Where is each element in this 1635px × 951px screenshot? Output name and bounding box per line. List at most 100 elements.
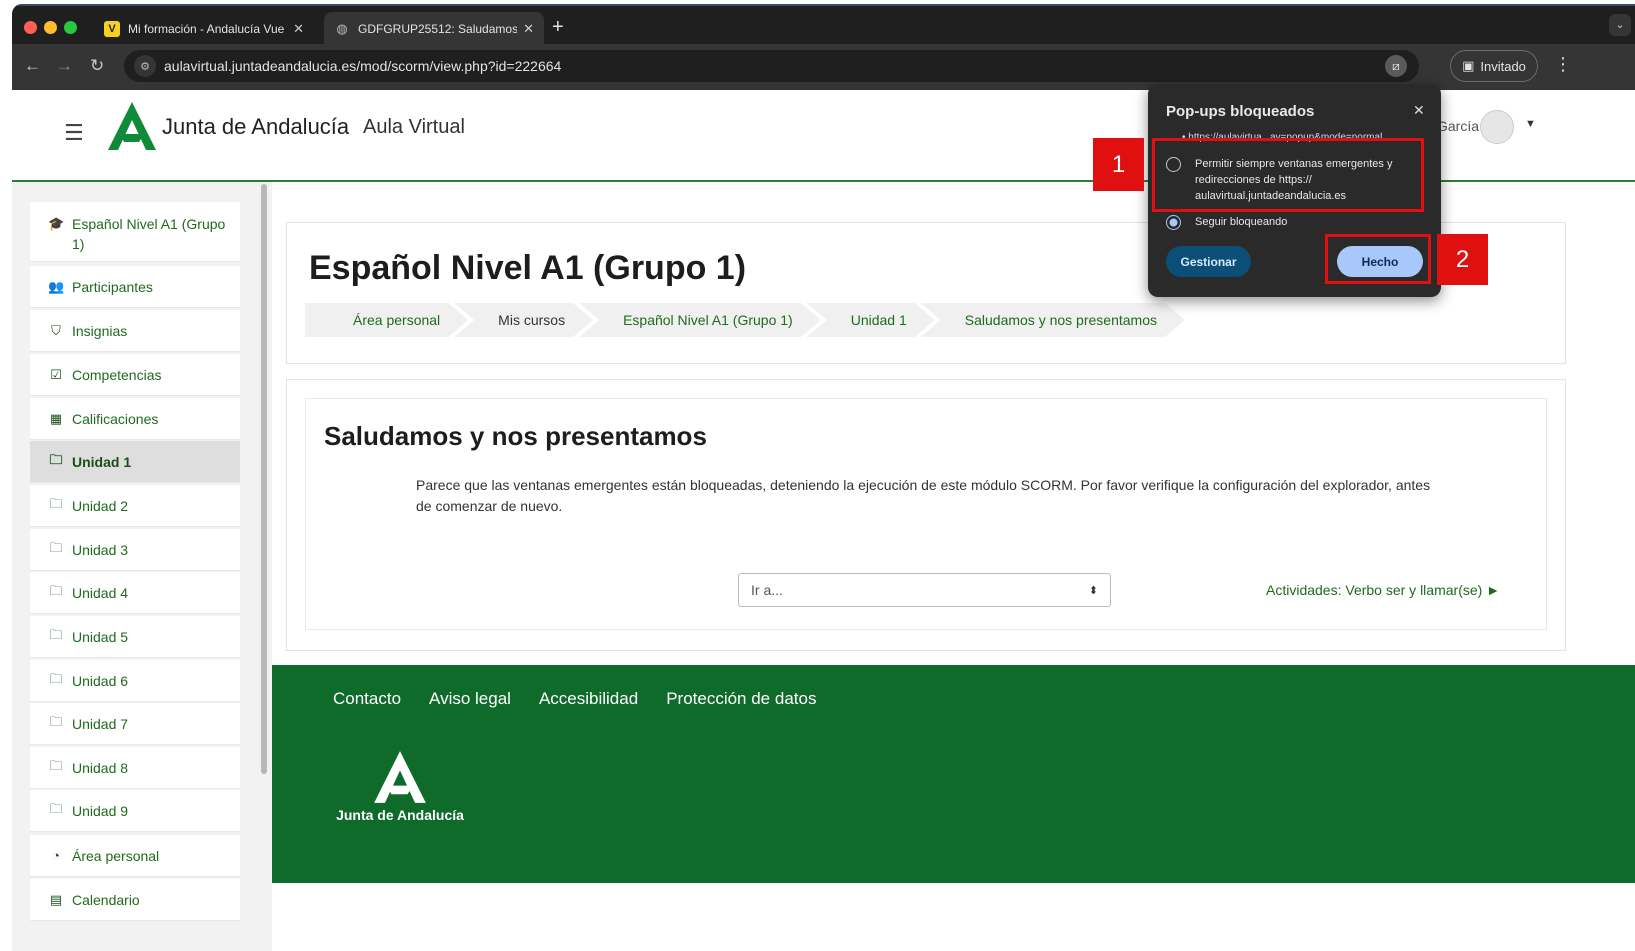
sidebar-item-unidad-5[interactable]: 🗀 Unidad 5 <box>30 616 240 658</box>
activity-region: Saludamos y nos presentamos Parece que l… <box>305 398 1547 630</box>
calendar-icon: ▤ <box>49 891 63 907</box>
breadcrumb-area-personal[interactable]: Área personal <box>305 303 468 337</box>
breadcrumb: Área personal Mis cursos Español Nivel A… <box>305 303 1171 337</box>
sidebar-item-participantes[interactable]: 👥 Participantes <box>30 266 240 308</box>
footer-link-proteccion-datos[interactable]: Protección de datos <box>666 689 816 709</box>
popup-blocked-icon[interactable]: ⧄ <box>1385 55 1407 77</box>
sidebar-item-label: Calificaciones <box>72 410 159 427</box>
user-menu-caret-icon[interactable]: ▼ <box>1525 118 1536 130</box>
guest-profile-button[interactable]: ▣ Invitado <box>1450 50 1538 82</box>
breadcrumb-mis-cursos[interactable]: Mis cursos <box>454 303 593 337</box>
close-window-button[interactable] <box>24 21 37 34</box>
folder-icon: 🗀 <box>49 539 63 555</box>
hamburger-menu-icon[interactable]: ☰ <box>64 120 84 146</box>
sidebar-item-calificaciones[interactable]: ▦ Calificaciones <box>30 398 240 440</box>
option-keep-blocking[interactable]: Seguir bloqueando <box>1166 214 1287 230</box>
back-icon[interactable]: ← <box>24 56 41 76</box>
site-subbrand: Aula Virtual <box>363 116 465 138</box>
sidebar-item-área-personal[interactable]: ◔ Área personal <box>30 835 240 877</box>
site-brand[interactable]: Junta de Andalucía <box>162 114 349 140</box>
popup-blocked-message: Parece que las ventanas emergentes están… <box>416 477 1431 514</box>
profile-icon: ▣ <box>1462 58 1475 73</box>
sidebar-item-unidad-1[interactable]: 🗀 Unidad 1 <box>30 441 240 483</box>
tab-title: GDFGRUP25512: Saludamos <box>358 22 518 36</box>
address-bar[interactable]: ⚙ aulavirtual.juntadeandalucia.es/mod/sc… <box>124 50 1419 82</box>
folder-icon: 🗀 <box>49 713 63 729</box>
forward-icon[interactable]: → <box>56 56 73 76</box>
sidebar-item-label: Español Nivel A1 (Grupo 1) <box>72 216 226 252</box>
close-icon[interactable]: ✕ <box>1413 102 1425 119</box>
browser-menu-icon[interactable]: ⋮ <box>1554 54 1572 75</box>
sidebar-item-label: Unidad 1 <box>72 453 132 470</box>
footer-link-aviso-legal[interactable]: Aviso legal <box>429 689 511 709</box>
dashboard-icon: ◔ <box>52 848 60 863</box>
v-favicon-icon: V <box>104 21 120 37</box>
breadcrumb-activity[interactable]: Saludamos y nos presentamos <box>921 303 1185 337</box>
folder-icon: 🗀 <box>49 626 63 642</box>
option-keep-blocking-label: Seguir bloqueando <box>1195 216 1288 228</box>
site-settings-icon[interactable]: ⚙ <box>134 55 156 77</box>
minimize-window-button[interactable] <box>44 21 57 34</box>
next-activity-link[interactable]: Actividades: Verbo ser y llamar(se) ► <box>1266 582 1500 598</box>
main-content: Español Nivel A1 (Grupo 1) Área personal… <box>272 182 1635 951</box>
sidebar-item-label: Unidad 3 <box>72 541 129 558</box>
sidebar-item-label: Área personal <box>72 847 160 864</box>
table-icon: ▦ <box>49 410 63 426</box>
new-tab-icon[interactable]: + <box>552 16 564 39</box>
sidebar-item-label: Insignias <box>72 322 128 339</box>
footer-link-contacto[interactable]: Contacto <box>333 689 401 709</box>
tab-saludamos[interactable]: ◍ GDFGRUP25512: Saludamos ✕ <box>324 12 544 46</box>
sidebar-item-calendario[interactable]: ▤ Calendario <box>30 879 240 921</box>
junta-logo-icon <box>374 751 426 803</box>
step-marker-2: 2 <box>1437 234 1488 285</box>
jump-to-select[interactable]: Ir a... ⬍ <box>738 573 1111 607</box>
folder-icon: 🗀 <box>49 757 63 773</box>
check-square-icon: ☑ <box>50 366 62 382</box>
globe-icon: ◍ <box>336 21 348 36</box>
sidebar-item-label: Unidad 6 <box>72 672 129 689</box>
footer-logo[interactable]: Junta de Andalucía <box>330 749 470 829</box>
sidebar-item-unidad-2[interactable]: 🗀 Unidad 2 <box>30 485 240 527</box>
sidebar-item-unidad-6[interactable]: 🗀 Unidad 6 <box>30 660 240 702</box>
footer-link-accesibilidad[interactable]: Accesibilidad <box>539 689 638 709</box>
tab-search-icon[interactable]: ⌄ <box>1609 14 1631 36</box>
close-tab-icon[interactable]: ✕ <box>293 21 304 37</box>
users-icon: 👥 <box>48 278 65 294</box>
sidebar-item-unidad-7[interactable]: 🗀 Unidad 7 <box>30 703 240 745</box>
close-tab-icon[interactable]: ✕ <box>523 21 534 37</box>
dialog-title: Pop-ups bloqueados <box>1166 103 1315 120</box>
sidebar-item-label: Unidad 2 <box>72 497 129 514</box>
sidebar-item-label: Competencias <box>72 366 162 383</box>
footer-links: Contacto Aviso legal Accesibilidad Prote… <box>333 689 816 709</box>
junta-logo-icon[interactable] <box>106 100 158 152</box>
select-arrows-icon: ⬍ <box>1088 584 1098 597</box>
sidebar-item-label: Unidad 9 <box>72 802 129 819</box>
folder-icon: 🗀 <box>49 800 63 816</box>
radio-keep-blocking[interactable] <box>1166 215 1181 230</box>
sidebar-item-español-nivel-a1-grupo-1[interactable]: 🎓 Español Nivel A1 (Grupo 1) <box>30 202 240 262</box>
breadcrumb-unidad-1[interactable]: Unidad 1 <box>807 303 935 337</box>
sidebar-item-unidad-4[interactable]: 🗀 Unidad 4 <box>30 572 240 614</box>
user-name[interactable]: García <box>1437 118 1479 134</box>
activity-card: Saludamos y nos presentamos Parece que l… <box>286 379 1566 651</box>
sidebar-item-label: Unidad 8 <box>72 759 129 776</box>
footer-logo-text: Junta de Andalucía <box>336 807 464 823</box>
guest-label: Invitado <box>1480 58 1526 74</box>
sidebar-item-unidad-8[interactable]: 🗀 Unidad 8 <box>30 747 240 789</box>
maximize-window-button[interactable] <box>64 21 77 34</box>
sidebar-item-unidad-9[interactable]: 🗀 Unidad 9 <box>30 790 240 832</box>
highlight-box-2 <box>1325 234 1431 284</box>
site-footer: Contacto Aviso legal Accesibilidad Prote… <box>272 665 1635 883</box>
sidebar-item-unidad-3[interactable]: 🗀 Unidad 3 <box>30 529 240 571</box>
sidebar-item-competencias[interactable]: ☑ Competencias <box>30 354 240 396</box>
sidebar-scrollbar[interactable] <box>261 184 267 774</box>
folder-icon: 🗀 <box>49 495 63 511</box>
manage-button[interactable]: Gestionar <box>1166 246 1251 277</box>
tab-mi-formacion[interactable]: V Mi formación - Andalucía Vue ✕ <box>94 12 314 46</box>
shield-icon: ⛉ <box>51 322 61 338</box>
breadcrumb-course[interactable]: Español Nivel A1 (Grupo 1) <box>579 303 821 337</box>
avatar[interactable] <box>1480 110 1514 144</box>
reload-icon[interactable]: ↻ <box>90 56 104 76</box>
highlight-box-1 <box>1152 138 1424 212</box>
sidebar-item-insignias[interactable]: ⛉ Insignias <box>30 310 240 352</box>
